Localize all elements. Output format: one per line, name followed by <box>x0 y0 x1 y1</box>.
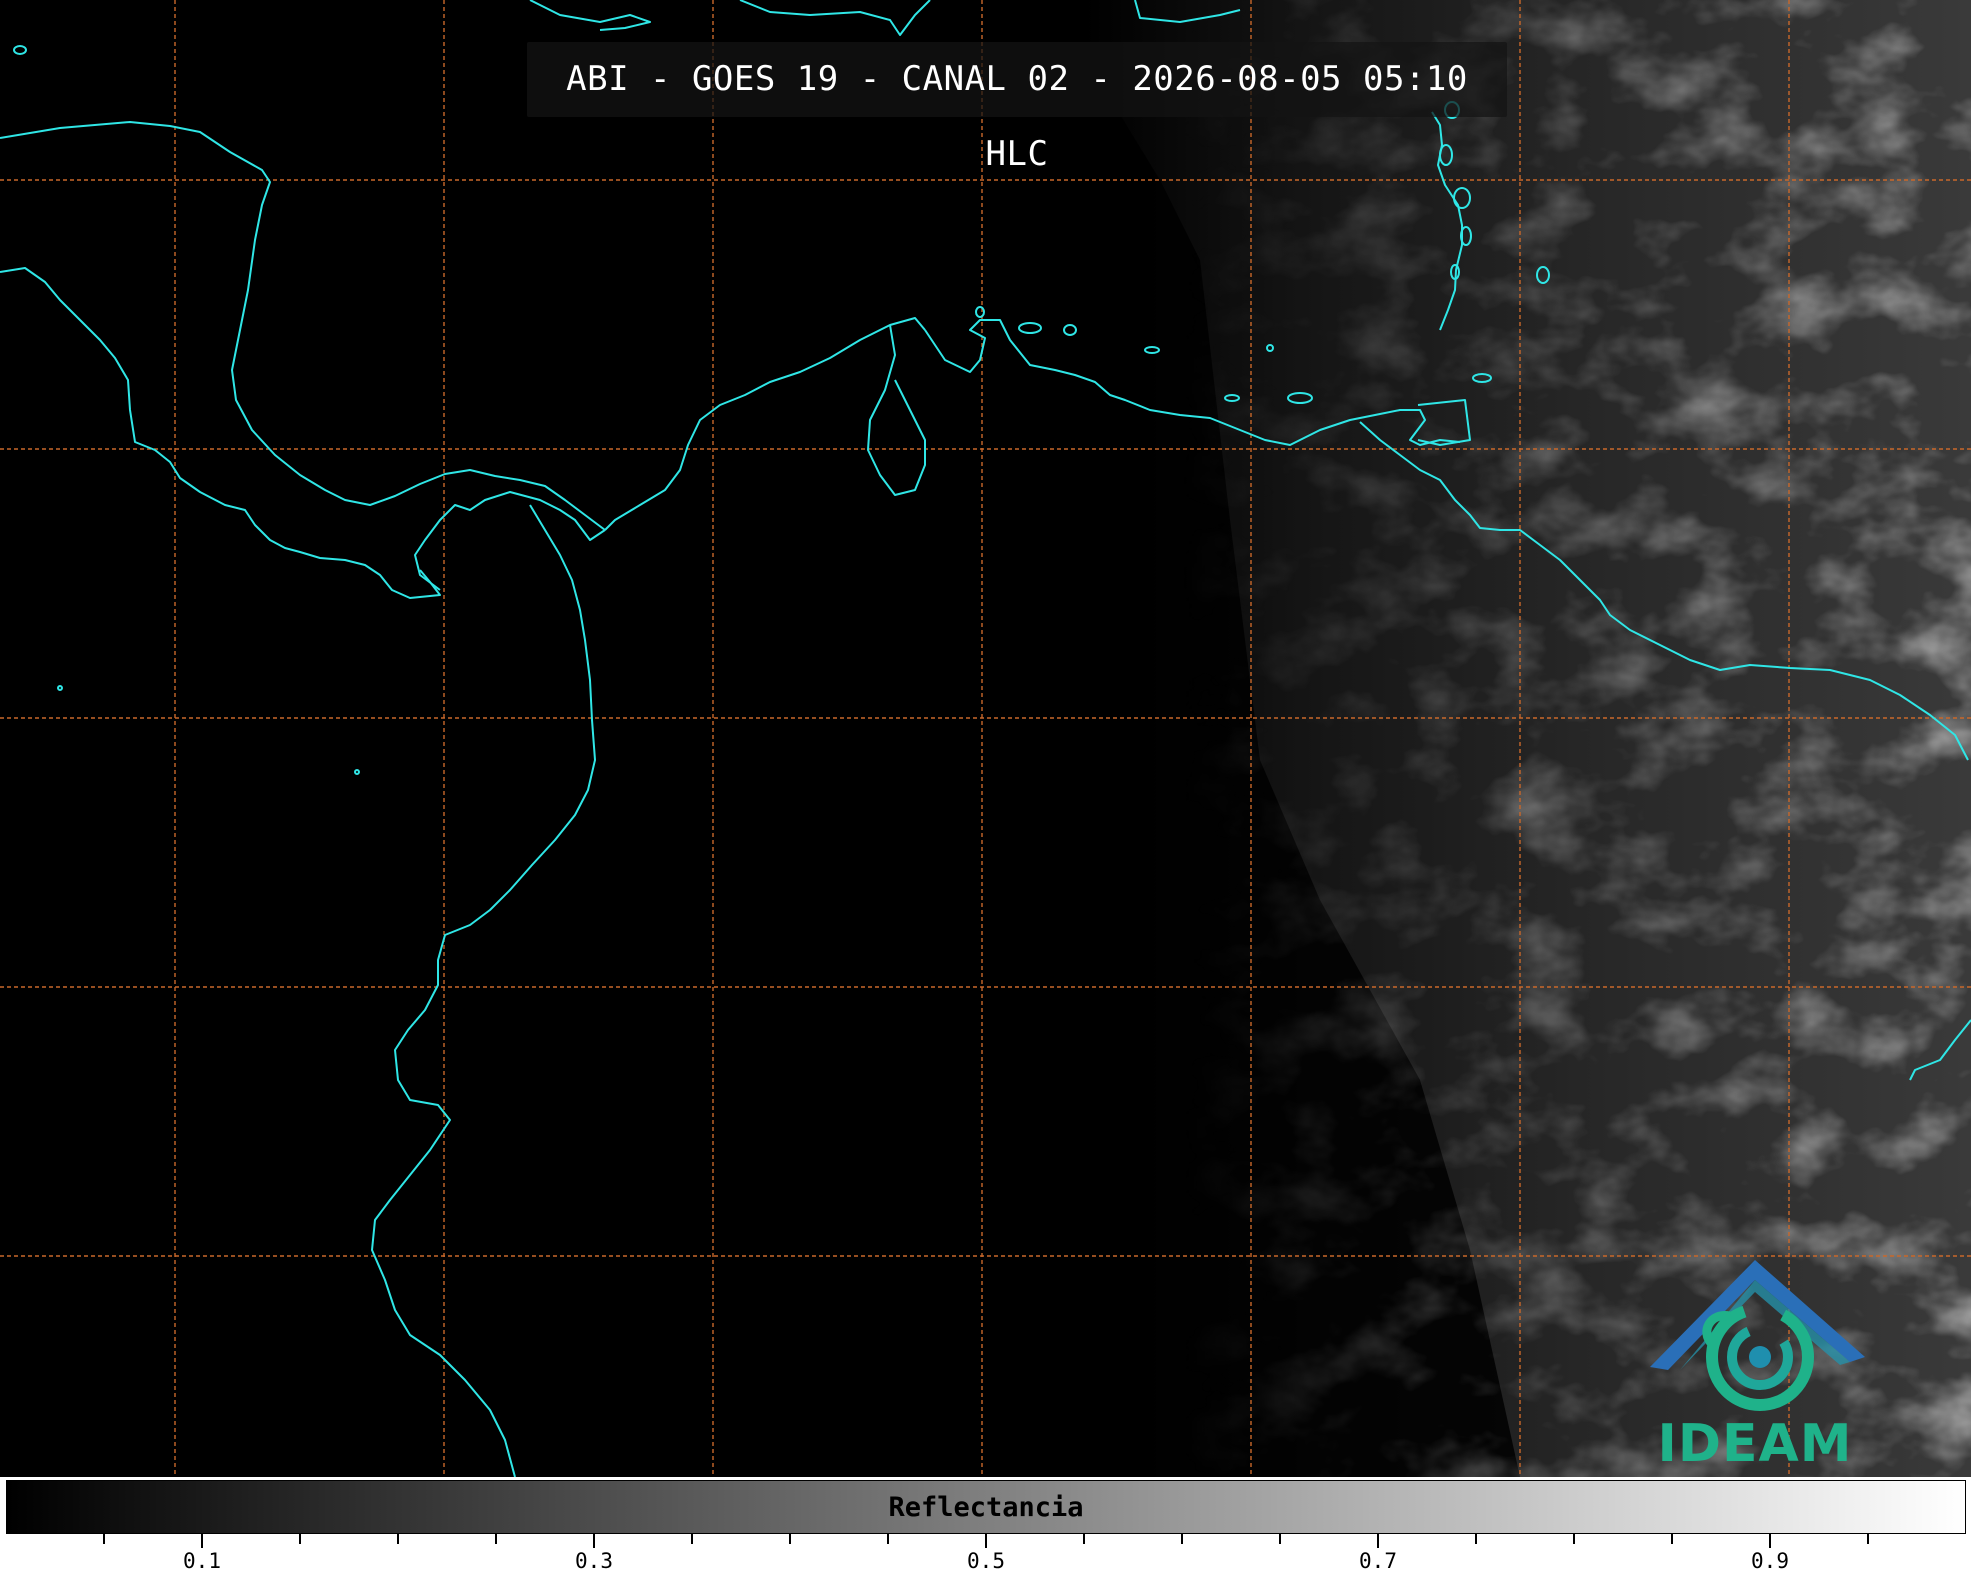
satellite-map: ABI - GOES 19 - CANAL 02 - 2026-08-05 05… <box>0 0 1971 1477</box>
colorbar-panel: Reflectancia 0.1 0.3 0.5 0.7 0.9 <box>0 1477 1971 1577</box>
colorbar-minor-tick <box>1573 1534 1575 1544</box>
colorbar-tick-label: 0.5 <box>967 1549 1005 1573</box>
colorbar-label: Reflectancia <box>888 1492 1084 1523</box>
colorbar-tick-label: 0.1 <box>183 1549 221 1573</box>
colorbar-minor-tick <box>1181 1534 1183 1544</box>
reflectance-colorbar: Reflectancia <box>6 1480 1966 1534</box>
colorbar-major-tick <box>201 1534 203 1548</box>
colorbar-major-tick <box>1377 1534 1379 1548</box>
colorbar-minor-tick <box>887 1534 889 1544</box>
ideam-logo-text: IDEAM <box>1657 1414 1853 1474</box>
colorbar-minor-tick <box>103 1534 105 1544</box>
colorbar-minor-tick <box>691 1534 693 1544</box>
colorbar-tick-label: 0.9 <box>1751 1549 1789 1573</box>
colorbar-major-tick <box>985 1534 987 1548</box>
colorbar-ticks: 0.1 0.3 0.5 0.7 0.9 <box>0 1534 1971 1577</box>
colorbar-minor-tick <box>1867 1534 1869 1544</box>
colorbar-tick-label: 0.7 <box>1359 1549 1397 1573</box>
colorbar-major-tick <box>1769 1534 1771 1548</box>
colorbar-minor-tick <box>1671 1534 1673 1544</box>
colorbar-minor-tick <box>1475 1534 1477 1544</box>
colorbar-minor-tick <box>789 1534 791 1544</box>
image-title: ABI - GOES 19 - CANAL 02 - 2026-08-05 05… <box>527 42 1507 174</box>
colorbar-minor-tick <box>495 1534 497 1544</box>
colorbar-minor-tick <box>1083 1534 1085 1544</box>
colorbar-minor-tick <box>1279 1534 1281 1544</box>
colorbar-tick-label: 0.3 <box>575 1549 613 1573</box>
ideam-emblem-icon <box>1650 1260 1865 1411</box>
colorbar-major-tick <box>593 1534 595 1548</box>
colorbar-minor-tick <box>397 1534 399 1544</box>
ideam-logo: IDEAM <box>1640 1252 1870 1474</box>
colorbar-minor-tick <box>299 1534 301 1544</box>
